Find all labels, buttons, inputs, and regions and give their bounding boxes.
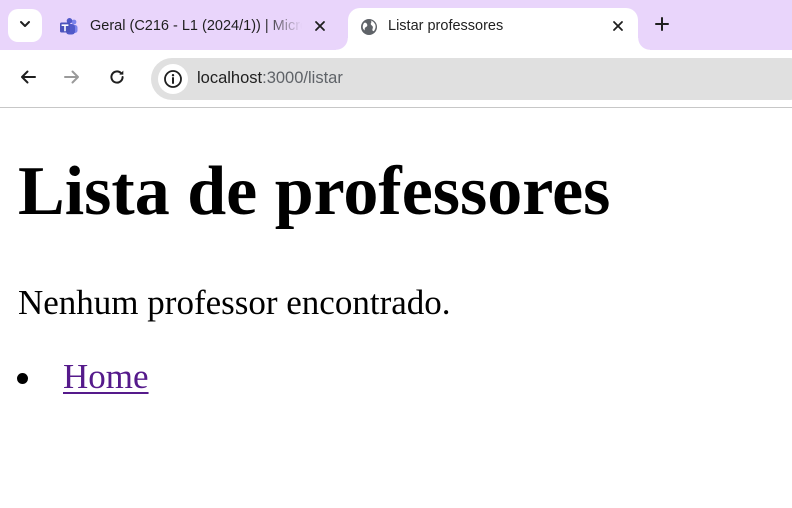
bullet-icon [17, 373, 28, 384]
arrow-right-icon [63, 68, 81, 90]
tab-strip: Geral (C216 - L1 (2024/1)) | Microsoft T… [0, 0, 792, 50]
tab-title: Listar professores [388, 18, 504, 34]
arrow-left-icon [19, 68, 37, 90]
tab-title: Geral (C216 - L1 (2024/1)) | Microsoft T… [90, 18, 302, 34]
globe-icon [359, 17, 379, 37]
page-content: Lista de professores Nenhum professor en… [0, 109, 792, 508]
info-icon[interactable] [158, 64, 188, 94]
home-link[interactable]: Home [63, 359, 149, 394]
forward-button[interactable] [60, 67, 84, 91]
tab-search-button[interactable] [8, 9, 42, 42]
page-title: Lista de professores [18, 153, 611, 230]
url-path: :3000/listar [262, 69, 343, 87]
address-bar[interactable]: localhost:3000/listar [151, 58, 792, 100]
url-text: localhost:3000/listar [197, 69, 343, 88]
url-host: localhost [197, 69, 263, 87]
empty-state-message: Nenhum professor encontrado. [18, 283, 451, 322]
tab-teams[interactable]: Geral (C216 - L1 (2024/1)) | Microsoft T… [48, 8, 344, 50]
teams-icon [59, 17, 79, 37]
reload-icon [108, 68, 126, 90]
tab-listar-professores[interactable]: Listar professores [336, 8, 650, 50]
chevron-down-icon [18, 16, 32, 35]
browser-toolbar: localhost:3000/listar [0, 50, 792, 108]
new-tab-button[interactable] [650, 14, 674, 38]
reload-button[interactable] [105, 67, 129, 91]
plus-icon [654, 16, 670, 36]
back-button[interactable] [16, 67, 40, 91]
close-icon[interactable] [310, 16, 330, 36]
close-icon[interactable] [608, 16, 628, 36]
